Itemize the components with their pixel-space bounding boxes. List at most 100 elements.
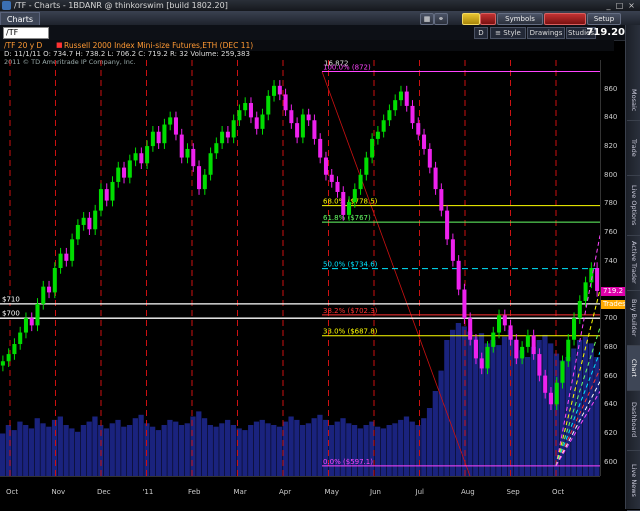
layout-grid-icon[interactable]: ▦ xyxy=(420,13,434,25)
candle-body xyxy=(370,138,375,158)
volume-bar xyxy=(392,423,398,476)
window-title: /TF - Charts - 1BDANR @ thinkorswim [bui… xyxy=(14,1,228,10)
volume-bar xyxy=(86,421,92,476)
candle-body xyxy=(266,95,271,115)
volume-bar xyxy=(334,421,340,476)
candle-body xyxy=(312,120,317,139)
time-axis-tick: Aug xyxy=(461,488,475,496)
time-axis-tick: '11 xyxy=(142,488,154,496)
volume-bar xyxy=(455,323,462,476)
volume-bar xyxy=(323,419,329,476)
style-button[interactable]: ≡ Style xyxy=(490,27,526,39)
volume-bar xyxy=(57,416,63,476)
candle-body xyxy=(139,153,144,164)
volume-bar xyxy=(305,423,312,476)
last-price: 719.20 xyxy=(586,27,625,38)
candle-body xyxy=(231,120,236,138)
sidebar-tab-mosaic[interactable]: Mosaic xyxy=(627,80,640,121)
symbols-button[interactable]: Symbols xyxy=(497,13,543,25)
candle-body xyxy=(595,268,600,291)
volume-bar xyxy=(525,357,531,476)
volume-bar xyxy=(109,423,115,476)
sidebar-tab-dashboard[interactable]: Dashboard xyxy=(627,390,640,451)
candle-body xyxy=(87,217,92,230)
volume-bar xyxy=(530,346,537,476)
candle-body xyxy=(110,181,115,201)
candle-body xyxy=(514,339,519,359)
drawings-button[interactable]: Drawings xyxy=(527,27,565,39)
candle-body xyxy=(98,189,103,211)
candle-body xyxy=(531,335,536,355)
candle-body xyxy=(202,174,207,190)
candle-body xyxy=(81,217,86,225)
candle-body xyxy=(243,103,248,111)
candle-body xyxy=(75,224,80,240)
flag-button[interactable] xyxy=(544,13,586,25)
price-axis-tick: 700 xyxy=(604,314,618,323)
color-flag-icon[interactable] xyxy=(462,13,480,25)
volume-bar xyxy=(369,421,375,476)
volume-bar xyxy=(340,418,346,476)
candle-body xyxy=(341,191,346,215)
candle-body xyxy=(404,91,409,106)
volume-bar xyxy=(230,425,237,476)
sidebar-tab-live-news[interactable]: Live News xyxy=(627,450,640,511)
volume-bar xyxy=(386,425,392,476)
candle-body xyxy=(300,114,305,138)
volume-bar xyxy=(178,425,185,476)
symbol-input[interactable]: /TF xyxy=(3,27,49,39)
link-icon[interactable]: ⚭ xyxy=(434,13,448,25)
candle-body xyxy=(122,167,127,178)
price-chart[interactable]: 100.0% (872)68.0% ($778.5)61.8% ($767)50… xyxy=(0,60,600,476)
volume-bar xyxy=(467,331,473,476)
volume-bar xyxy=(132,418,138,476)
candle-body xyxy=(191,148,196,167)
candle-body xyxy=(185,148,190,158)
candle-body xyxy=(70,239,75,261)
sidebar-tab-buy-builder[interactable]: Buy Builder xyxy=(627,290,640,346)
volume-bar xyxy=(207,425,213,476)
candle-body xyxy=(225,131,230,138)
sidebar-tab-live-options[interactable]: Live Options xyxy=(627,175,640,236)
alert-flag-icon[interactable] xyxy=(480,13,496,25)
candle-body xyxy=(577,300,582,319)
volume-bar xyxy=(40,423,46,476)
candle-body xyxy=(197,166,202,190)
close-button[interactable]: × xyxy=(627,1,636,10)
sidebar-tab-active-trader[interactable]: Active Trader xyxy=(627,235,640,291)
volume-bar xyxy=(184,423,190,476)
volume-bar xyxy=(294,419,300,476)
volume-bar xyxy=(346,423,352,476)
candle-body xyxy=(543,375,548,393)
price-axis-tick: 780 xyxy=(604,199,618,208)
maximize-button[interactable]: □ xyxy=(615,1,624,10)
candle-body xyxy=(381,120,386,132)
candle-body xyxy=(508,325,513,340)
tab-charts[interactable]: Charts xyxy=(0,12,40,26)
volume-bar xyxy=(421,418,427,476)
candle-body xyxy=(104,189,109,201)
candle-body xyxy=(352,189,357,203)
candle-body xyxy=(179,134,184,158)
candle-body xyxy=(23,318,28,333)
minimize-button[interactable]: _ xyxy=(604,1,613,10)
candle-body xyxy=(422,134,427,149)
volume-bar xyxy=(432,391,438,476)
volume-bar xyxy=(311,418,317,476)
candle-body xyxy=(289,110,294,124)
volume-bar xyxy=(409,421,415,476)
time-axis-tick: Jun xyxy=(370,488,381,496)
volume-bar xyxy=(542,334,548,476)
volume-bar xyxy=(248,425,254,476)
sidebar-tab-chart[interactable]: Chart xyxy=(627,345,640,391)
candle-body xyxy=(168,117,173,125)
candle-body xyxy=(272,85,277,96)
volume-bar xyxy=(0,433,6,476)
candle-body xyxy=(162,124,167,144)
candle-body xyxy=(572,318,577,340)
timeframe-button[interactable]: D xyxy=(474,27,488,39)
setup-button[interactable]: Setup xyxy=(587,13,621,25)
candle-body xyxy=(398,91,403,101)
volume-bar xyxy=(450,329,456,476)
sidebar-tab-trade[interactable]: Trade xyxy=(627,120,640,176)
